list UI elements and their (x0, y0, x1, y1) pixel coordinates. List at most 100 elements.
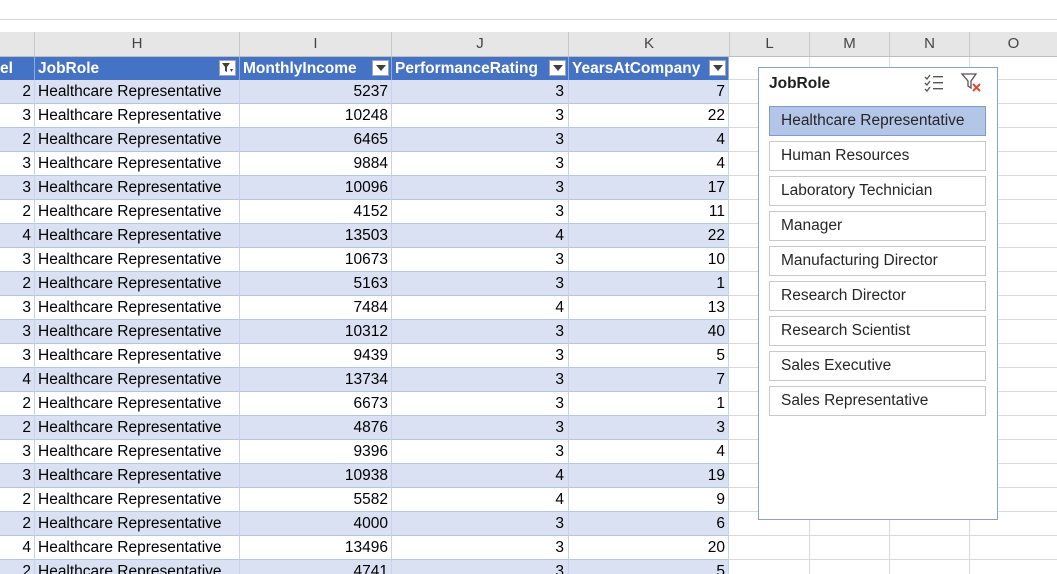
cell-jobrole[interactable]: Healthcare Representative (35, 344, 240, 368)
cell-yearsatcompany[interactable]: 19 (569, 464, 729, 488)
cell-performancerating[interactable]: 3 (392, 536, 569, 560)
cell-level[interactable]: 3 (0, 440, 35, 464)
cell-jobrole[interactable]: Healthcare Representative (35, 368, 240, 392)
cell-monthlyincome[interactable]: 13734 (240, 368, 392, 392)
header-monthlyincome[interactable]: MonthlyIncome (240, 57, 392, 80)
cell-yearsatcompany[interactable]: 1 (569, 392, 729, 416)
slicer-item[interactable]: Healthcare Representative (769, 106, 986, 136)
cell-yearsatcompany[interactable]: 4 (569, 152, 729, 176)
cell-jobrole[interactable]: Healthcare Representative (35, 128, 240, 152)
cell-level[interactable]: 2 (0, 392, 35, 416)
table-row[interactable]: 2 Healthcare Representative 4876 3 3 (0, 416, 729, 440)
table-row[interactable]: 2 Healthcare Representative 6465 3 4 (0, 128, 729, 152)
cell-level[interactable]: 2 (0, 560, 35, 574)
cell-level[interactable]: 3 (0, 296, 35, 320)
header-partial-level[interactable]: el (0, 57, 35, 80)
cell-yearsatcompany[interactable]: 6 (569, 512, 729, 536)
column-header-m[interactable]: M (810, 32, 890, 56)
header-yearsatcompany[interactable]: YearsAtCompany (569, 57, 729, 80)
cell-monthlyincome[interactable]: 10096 (240, 176, 392, 200)
table-row[interactable]: 2 Healthcare Representative 4000 3 6 (0, 512, 729, 536)
slicer-item[interactable]: Manager (769, 211, 986, 241)
column-header-k[interactable]: K (569, 32, 730, 56)
table-row[interactable]: 2 Healthcare Representative 5163 3 1 (0, 272, 729, 296)
cell-monthlyincome[interactable]: 6465 (240, 128, 392, 152)
cell-jobrole[interactable]: Healthcare Representative (35, 104, 240, 128)
cell-performancerating[interactable]: 3 (392, 248, 569, 272)
cell-level[interactable]: 3 (0, 248, 35, 272)
table-row[interactable]: 3 Healthcare Representative 9884 3 4 (0, 152, 729, 176)
cell-performancerating[interactable]: 4 (392, 224, 569, 248)
cell-monthlyincome[interactable]: 10938 (240, 464, 392, 488)
cell-performancerating[interactable]: 3 (392, 104, 569, 128)
cell-monthlyincome[interactable]: 13503 (240, 224, 392, 248)
cell-monthlyincome[interactable]: 10312 (240, 320, 392, 344)
cell-monthlyincome[interactable]: 4741 (240, 560, 392, 574)
table-row[interactable]: 4 Healthcare Representative 13503 4 22 (0, 224, 729, 248)
cell-performancerating[interactable]: 3 (392, 392, 569, 416)
jobrole-slicer[interactable]: JobRole Healthcare Representative Human R… (758, 67, 998, 520)
column-header-o[interactable]: O (970, 32, 1057, 56)
filter-dropdown-years[interactable] (709, 60, 726, 76)
table-row[interactable]: 3 Healthcare Representative 9439 3 5 (0, 344, 729, 368)
clear-filter-icon[interactable] (960, 73, 983, 93)
cell-monthlyincome[interactable]: 9396 (240, 440, 392, 464)
cell-level[interactable]: 4 (0, 368, 35, 392)
slicer-item[interactable]: Laboratory Technician (769, 176, 986, 206)
cell-jobrole[interactable]: Healthcare Representative (35, 80, 240, 104)
cell-yearsatcompany[interactable]: 7 (569, 80, 729, 104)
column-header-h[interactable]: H (35, 32, 240, 56)
table-row[interactable]: 4 Healthcare Representative 13734 3 7 (0, 368, 729, 392)
cell-monthlyincome[interactable]: 10673 (240, 248, 392, 272)
cell-monthlyincome[interactable]: 6673 (240, 392, 392, 416)
cell-jobrole[interactable]: Healthcare Representative (35, 560, 240, 574)
cell-jobrole[interactable]: Healthcare Representative (35, 152, 240, 176)
cell-jobrole[interactable]: Healthcare Representative (35, 224, 240, 248)
cell-performancerating[interactable]: 3 (392, 176, 569, 200)
cell-performancerating[interactable]: 3 (392, 512, 569, 536)
slicer-item[interactable]: Sales Representative (769, 386, 986, 416)
column-header-i[interactable]: I (240, 32, 392, 56)
worksheet-grid[interactable]: el JobRole MonthlyIncome PerformanceRati… (0, 57, 1057, 574)
table-row[interactable]: 2 Healthcare Representative 5237 3 7 (0, 80, 729, 104)
cell-level[interactable]: 2 (0, 512, 35, 536)
cell-monthlyincome[interactable]: 9884 (240, 152, 392, 176)
cell-jobrole[interactable]: Healthcare Representative (35, 272, 240, 296)
table-row[interactable]: 2 Healthcare Representative 6673 3 1 (0, 392, 729, 416)
cell-jobrole[interactable]: Healthcare Representative (35, 392, 240, 416)
cell-level[interactable]: 3 (0, 464, 35, 488)
cell-jobrole[interactable]: Healthcare Representative (35, 248, 240, 272)
table-row[interactable]: 3 Healthcare Representative 10938 4 19 (0, 464, 729, 488)
cell-level[interactable]: 2 (0, 80, 35, 104)
slicer-item[interactable]: Research Scientist (769, 316, 986, 346)
filter-active-dropdown[interactable] (219, 60, 236, 76)
cell-performancerating[interactable]: 3 (392, 368, 569, 392)
slicer-item[interactable]: Sales Executive (769, 351, 986, 381)
cell-monthlyincome[interactable]: 5582 (240, 488, 392, 512)
cell-level[interactable]: 4 (0, 224, 35, 248)
multi-select-icon[interactable] (923, 73, 945, 93)
cell-jobrole[interactable]: Healthcare Representative (35, 200, 240, 224)
filter-dropdown-income[interactable] (372, 60, 389, 76)
cell-level[interactable]: 3 (0, 344, 35, 368)
cell-performancerating[interactable]: 4 (392, 296, 569, 320)
cell-monthlyincome[interactable]: 13496 (240, 536, 392, 560)
cell-performancerating[interactable]: 3 (392, 272, 569, 296)
cell-jobrole[interactable]: Healthcare Representative (35, 176, 240, 200)
cell-monthlyincome[interactable]: 4152 (240, 200, 392, 224)
cell-jobrole[interactable]: Healthcare Representative (35, 440, 240, 464)
table-row[interactable]: 3 Healthcare Representative 10096 3 17 (0, 176, 729, 200)
cell-performancerating[interactable]: 3 (392, 560, 569, 574)
cell-monthlyincome[interactable]: 5237 (240, 80, 392, 104)
column-header-n[interactable]: N (890, 32, 970, 56)
cell-performancerating[interactable]: 3 (392, 440, 569, 464)
cell-monthlyincome[interactable]: 4000 (240, 512, 392, 536)
cell-level[interactable]: 2 (0, 200, 35, 224)
cell-yearsatcompany[interactable]: 40 (569, 320, 729, 344)
table-row[interactable]: 3 Healthcare Representative 10673 3 10 (0, 248, 729, 272)
slicer-item[interactable]: Research Director (769, 281, 986, 311)
cell-jobrole[interactable]: Healthcare Representative (35, 512, 240, 536)
cell-jobrole[interactable]: Healthcare Representative (35, 464, 240, 488)
cell-level[interactable]: 2 (0, 128, 35, 152)
cell-yearsatcompany[interactable]: 1 (569, 272, 729, 296)
